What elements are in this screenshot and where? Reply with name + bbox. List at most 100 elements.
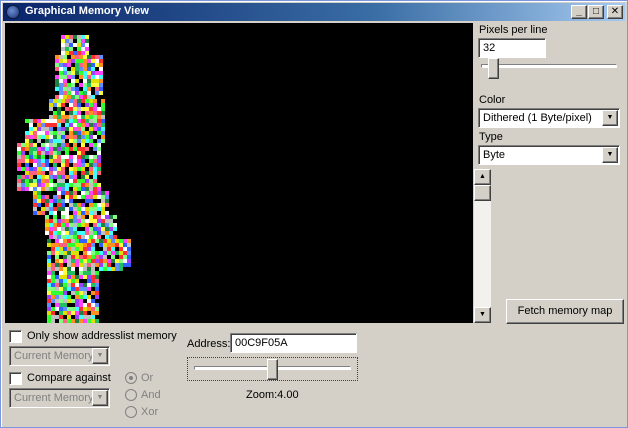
memory-pixel [57, 231, 61, 235]
memory-pixel [113, 227, 117, 231]
memory-pixel [101, 119, 105, 123]
memory-pixel [93, 223, 97, 227]
memory-pixel [107, 243, 111, 247]
scroll-up-button[interactable]: ▲ [474, 169, 491, 185]
memory-pixel [49, 223, 53, 227]
memory-pixel [75, 239, 79, 243]
type-select[interactable]: Byte ▼ [478, 145, 620, 165]
memory-pixel [87, 307, 91, 311]
memory-pixel [69, 39, 73, 43]
chevron-down-icon[interactable]: ▼ [602, 110, 618, 126]
memory-pixel [25, 143, 29, 147]
memory-pixel [57, 199, 61, 203]
memory-pixel [111, 267, 115, 271]
color-select[interactable]: Dithered (1 Byte/pixel) ▼ [478, 108, 620, 128]
memory-pixel [95, 91, 99, 95]
title-bar[interactable]: Graphical Memory View _ □ ✕ [3, 3, 625, 21]
memory-pixel [93, 99, 97, 103]
memory-pixel [119, 263, 123, 267]
compare-source-select: Current Memory ▼ [9, 388, 110, 408]
memory-pixel [79, 63, 83, 67]
memory-pixel [21, 151, 25, 155]
memory-pixel [59, 307, 63, 311]
memory-pixel [71, 239, 75, 243]
memory-map-canvas[interactable] [5, 23, 473, 323]
scroll-down-button[interactable]: ▼ [474, 307, 491, 323]
memory-pixel [49, 207, 53, 211]
memory-pixel [97, 191, 101, 195]
memory-pixel [49, 107, 53, 111]
memory-pixel [53, 183, 57, 187]
memory-pixel [55, 287, 59, 291]
memory-pixel [55, 279, 59, 283]
pixels-per-line-slider-thumb[interactable] [488, 58, 499, 79]
memory-pixel [65, 235, 69, 239]
pixels-per-line-slider-track[interactable] [481, 64, 617, 68]
memory-pixel [91, 79, 95, 83]
memory-pixel [81, 235, 85, 239]
memory-pixel [95, 259, 99, 263]
memory-pixel [51, 299, 55, 303]
memory-pixel [65, 183, 69, 187]
close-button[interactable]: ✕ [607, 5, 623, 19]
memory-pixel [99, 59, 103, 63]
memory-pixel [53, 215, 57, 219]
memory-pixel [85, 99, 89, 103]
memory-pixel [83, 319, 87, 323]
fetch-memory-map-button[interactable]: Fetch memory map [506, 299, 624, 324]
memory-pixel [25, 171, 29, 175]
memory-pixel [47, 255, 51, 259]
memory-pixel [99, 55, 103, 59]
memory-pixel [45, 199, 49, 203]
memory-pixel [111, 255, 115, 259]
compare-against-checkbox[interactable] [9, 372, 22, 385]
memory-pixel [91, 291, 95, 295]
address-input[interactable]: 00C9F05A [230, 333, 357, 353]
memory-pixel [41, 151, 45, 155]
type-label: Type [479, 131, 503, 143]
memory-pixel [59, 95, 63, 99]
only-show-addresslist-checkbox[interactable] [9, 330, 22, 343]
memory-pixel [95, 307, 99, 311]
address-label: Address: [187, 338, 231, 350]
memory-pixel [29, 175, 33, 179]
memory-pixel [77, 231, 81, 235]
memory-pixel [81, 123, 85, 127]
zoom-slider-thumb[interactable] [267, 359, 278, 380]
maximize-button[interactable]: □ [588, 5, 604, 19]
memory-pixel [81, 179, 85, 183]
memory-pixel [87, 267, 91, 271]
memory-pixel [87, 71, 91, 75]
pixels-per-line-input[interactable]: 32 [478, 38, 546, 58]
chevron-down-icon[interactable]: ▼ [602, 147, 618, 163]
memory-pixel [85, 195, 89, 199]
memory-pixel [87, 283, 91, 287]
memory-pixel [91, 67, 95, 71]
memory-pixel [55, 75, 59, 79]
memory-pixel [65, 219, 69, 223]
memory-pixel [95, 63, 99, 67]
scroll-thumb[interactable] [474, 185, 491, 201]
memory-pixel [73, 215, 77, 219]
memory-pixel [71, 263, 75, 267]
memory-pixel [105, 211, 109, 215]
minimize-button[interactable]: _ [571, 5, 587, 19]
memory-pixel [53, 111, 57, 115]
memory-pixel [61, 127, 65, 131]
memory-pixel [91, 275, 95, 279]
memory-pixel [59, 83, 63, 87]
memory-pixel [55, 83, 59, 87]
memory-pixel [105, 235, 109, 239]
memory-pixel [53, 199, 57, 203]
memory-pixel [55, 275, 59, 279]
graphical-memory-view-window: Graphical Memory View _ □ ✕ ▲ ▼ Pixels p… [0, 0, 628, 428]
memory-pixel [53, 167, 57, 171]
memory-map-scrollbar[interactable]: ▲ ▼ [474, 169, 491, 323]
memory-pixel [85, 35, 89, 39]
memory-pixel [71, 67, 75, 71]
memory-pixel [75, 247, 79, 251]
op-and-radio [125, 389, 137, 401]
memory-pixel [75, 287, 79, 291]
memory-pixel [77, 155, 81, 159]
memory-pixel [55, 59, 59, 63]
